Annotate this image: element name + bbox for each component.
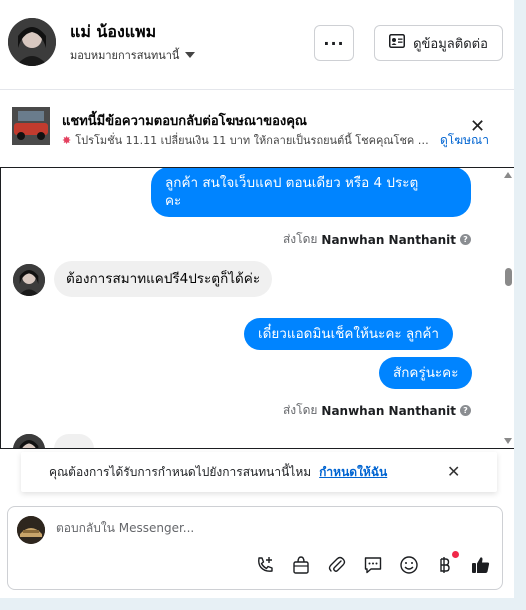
- close-icon[interactable]: ✕: [447, 462, 460, 481]
- contact-avatar[interactable]: [8, 18, 56, 66]
- message-bubble-outgoing[interactable]: ลูกค้า สนใจเว็บแคป ตอนเดียว หรือ 4 ประตู…: [151, 168, 471, 217]
- contact-avatar-small[interactable]: [13, 434, 45, 448]
- baht-icon[interactable]: [433, 551, 459, 577]
- typing-indicator: [54, 434, 94, 448]
- sender-name: Nanwhan Nanthanit: [321, 403, 456, 418]
- sent-by-label: ส่งโดย Nanwhan Nanthanit ?: [283, 230, 471, 249]
- ad-banner-subtitle-text: โปรโมชั่น 11.11 เปลี่ยนเงิน 11 บาท ให้กล…: [75, 134, 432, 147]
- view-contact-button[interactable]: ดูข้อมูลติดต่อ: [374, 25, 503, 61]
- ad-banner-subtitle: ✸ โปรโมชั่น 11.11 เปลี่ยนเงิน 11 บาท ให้ก…: [62, 131, 432, 149]
- message-bubble-outgoing[interactable]: สักครู่นะคะ: [379, 357, 473, 389]
- sent-by-prefix: ส่งโดย: [282, 232, 318, 246]
- ad-reply-banner: แชทนี้มีข้อความตอบกลับต่อโฆษณาของคุณ ✸ โป…: [0, 98, 514, 164]
- conversation-header: แม่ น้องแพม มอบหมายการสนทนานี้ ··· ดูข้อ…: [0, 0, 514, 90]
- message-thread[interactable]: ลูกค้า สนใจเว็บแคป ตอนเดียว หรือ 4 ประตู…: [0, 167, 516, 449]
- assign-label: มอบหมายการสนทนานี้: [70, 49, 180, 62]
- contact-name: แม่ น้องแพม: [70, 22, 157, 41]
- sparkle-icon: ✸: [62, 134, 72, 147]
- info-icon[interactable]: ?: [460, 405, 471, 416]
- phone-plus-icon[interactable]: [253, 553, 277, 577]
- scroll-up-arrow-icon[interactable]: [504, 172, 512, 178]
- info-icon[interactable]: ?: [460, 234, 471, 245]
- thumbs-up-icon[interactable]: [469, 553, 493, 577]
- assign-prompt-text: คุณต้องการได้รับการกำหนดไปยังการสนทนานี้…: [49, 464, 312, 479]
- sent-by-prefix: ส่งโดย: [282, 403, 318, 417]
- scrollbar-thumb[interactable]: [505, 268, 512, 286]
- view-contact-label: ดูข้อมูลติดต่อ: [413, 36, 488, 52]
- emoji-icon[interactable]: [397, 553, 421, 577]
- assign-dropdown[interactable]: มอบหมายการสนทนานี้: [70, 46, 196, 64]
- composer-toolbar: [253, 551, 493, 577]
- contact-card-icon: [389, 34, 406, 52]
- assign-prompt: คุณต้องการได้รับการกำหนดไปยังการสนทนานี้…: [21, 452, 497, 492]
- sender-name: Nanwhan Nanthanit: [321, 232, 456, 247]
- reply-input[interactable]: [56, 521, 356, 535]
- scroll-down-arrow-icon[interactable]: [504, 438, 512, 444]
- paperclip-icon[interactable]: [325, 553, 349, 577]
- notification-dot: [452, 551, 459, 558]
- conversation-panel: แม่ น้องแพม มอบหมายการสนทนานี้ ··· ดูข้อ…: [0, 0, 516, 598]
- shopping-bag-icon[interactable]: [289, 553, 313, 577]
- more-icon: ···: [323, 33, 345, 53]
- assign-to-me-link[interactable]: กำหนดให้ฉัน: [319, 463, 387, 482]
- scrollbar[interactable]: [501, 168, 515, 448]
- contact-avatar-small[interactable]: [13, 264, 45, 296]
- message-bubble-outgoing[interactable]: เดี๋ยวแอดมินเช็คให้นะคะ ลูกค้า: [244, 318, 453, 350]
- ad-thumbnail[interactable]: [12, 107, 50, 145]
- ad-banner-title: แชทนี้มีข้อความตอบกลับต่อโฆษณาของคุณ: [62, 114, 307, 129]
- page-avatar: [17, 516, 45, 544]
- right-gutter: [514, 0, 526, 610]
- message-bubble-incoming[interactable]: ต้องการสมาทแคปรี4ประตูก็ได้ค่ะ: [54, 261, 273, 297]
- more-options-button[interactable]: ···: [314, 25, 354, 61]
- view-ad-link[interactable]: ดูโฆษณา: [440, 131, 489, 150]
- sent-by-label: ส่งโดย Nanwhan Nanthanit ?: [283, 401, 471, 420]
- reply-composer: [7, 506, 503, 590]
- chat-bubble-icon[interactable]: [361, 553, 385, 577]
- chevron-down-icon: [185, 52, 196, 58]
